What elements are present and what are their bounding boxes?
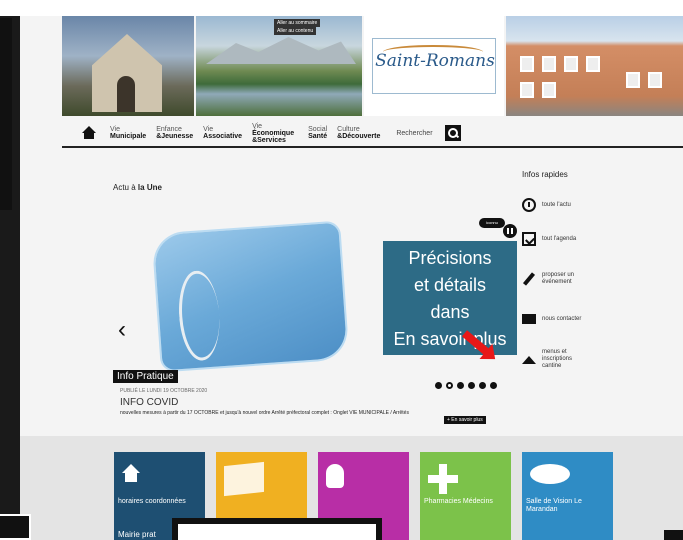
calendar-icon [522,232,536,246]
pause-icon[interactable] [503,224,517,238]
slider-dot[interactable] [490,382,497,389]
overlay-middle [172,518,382,540]
left-dark-panel [0,18,12,210]
search-icon[interactable] [444,125,461,141]
school-image [506,16,683,116]
skip-to-summary-link[interactable]: Aller au sommaire [274,19,321,27]
top-frame [0,0,683,16]
rapide-contact[interactable]: nous contacter [522,302,612,336]
nav-vie-economique[interactable]: Vie Économique &Services [252,123,298,144]
plus-icon [428,464,458,494]
slider-dot[interactable] [446,382,453,389]
logo[interactable]: Saint-Romans [364,16,504,116]
tile-salle[interactable]: Salle de Vision Le Marandan [522,452,613,540]
nav-enfance-jeunesse[interactable]: Enfance &Jeunesse [156,126,193,140]
rapide-cantine[interactable]: menus et inscriptions cantine [522,342,612,376]
rapide-actu[interactable]: toute l'actu [522,188,612,222]
prev-arrow-icon[interactable]: ‹ [118,316,126,344]
news-slider: ‹ › iconnu Précisions et détails dans En… [113,196,517,389]
meal-icon [522,352,536,366]
slider-tag: iconnu [479,218,505,228]
nav-vie-municipale[interactable]: Vie Municipale [110,126,146,140]
news-description: nouvelles mesures à partir du 17 OCTOBRE… [120,410,409,416]
pen-icon [522,272,536,286]
search-label[interactable]: Rechercher [396,130,432,137]
actu-heading: Actu à la Une [113,183,162,192]
home-icon[interactable] [80,126,104,140]
overlay-left [0,514,31,540]
slider-dot[interactable] [435,382,442,389]
nav-vie-associative[interactable]: Vie Associative [203,126,242,140]
news-title[interactable]: INFO COVID [120,397,178,408]
slider-dot[interactable] [468,382,475,389]
main-nav: Vie Municipale Enfance &Jeunesse Vie Associ… [62,120,683,148]
cloud-icon [530,464,570,484]
category-badge: Info Pratique [113,370,178,383]
lake-image: Aller au sommaireAller au contenu [196,16,362,116]
flag-icon [224,461,264,497]
overlay-right [664,530,683,540]
header-banner: Aller au sommaireAller au contenu Saint-… [62,16,683,116]
promo-box: Précisions et détails dans En savoir plu… [383,241,517,355]
slider-dot[interactable] [479,382,486,389]
infos-rapides-title: Infos rapides [522,170,568,179]
mail-icon [522,314,536,324]
tile-pharmacies[interactable]: Pharmacies Médecins [420,452,511,540]
page: Aller au sommaireAller au contenu Saint-… [20,16,683,540]
nav-social-sante[interactable]: Social Santé [308,126,327,140]
slider-dots [435,382,497,389]
publish-date: PUBLIÉ LE LUNDI 19 OCTOBRE 2020 [120,388,208,394]
nav-culture-decouverte[interactable]: Culture &Découverte [337,126,380,140]
slider-dot[interactable] [457,382,464,389]
mask-image [153,222,348,371]
logo-text: Saint-Romans [375,51,495,71]
mairie-label: Mairie prat [118,530,156,539]
read-more-button[interactable]: + En savoir plus [444,416,486,424]
house-icon [122,464,140,482]
rapide-agenda[interactable]: tout l'agenda [522,222,612,256]
clock-icon [522,198,536,212]
bulb-icon [326,464,344,488]
rapide-evenement[interactable]: proposer un événement [522,262,612,296]
chapel-image [62,16,194,116]
skip-to-content-link[interactable]: Aller au contenu [274,27,317,35]
